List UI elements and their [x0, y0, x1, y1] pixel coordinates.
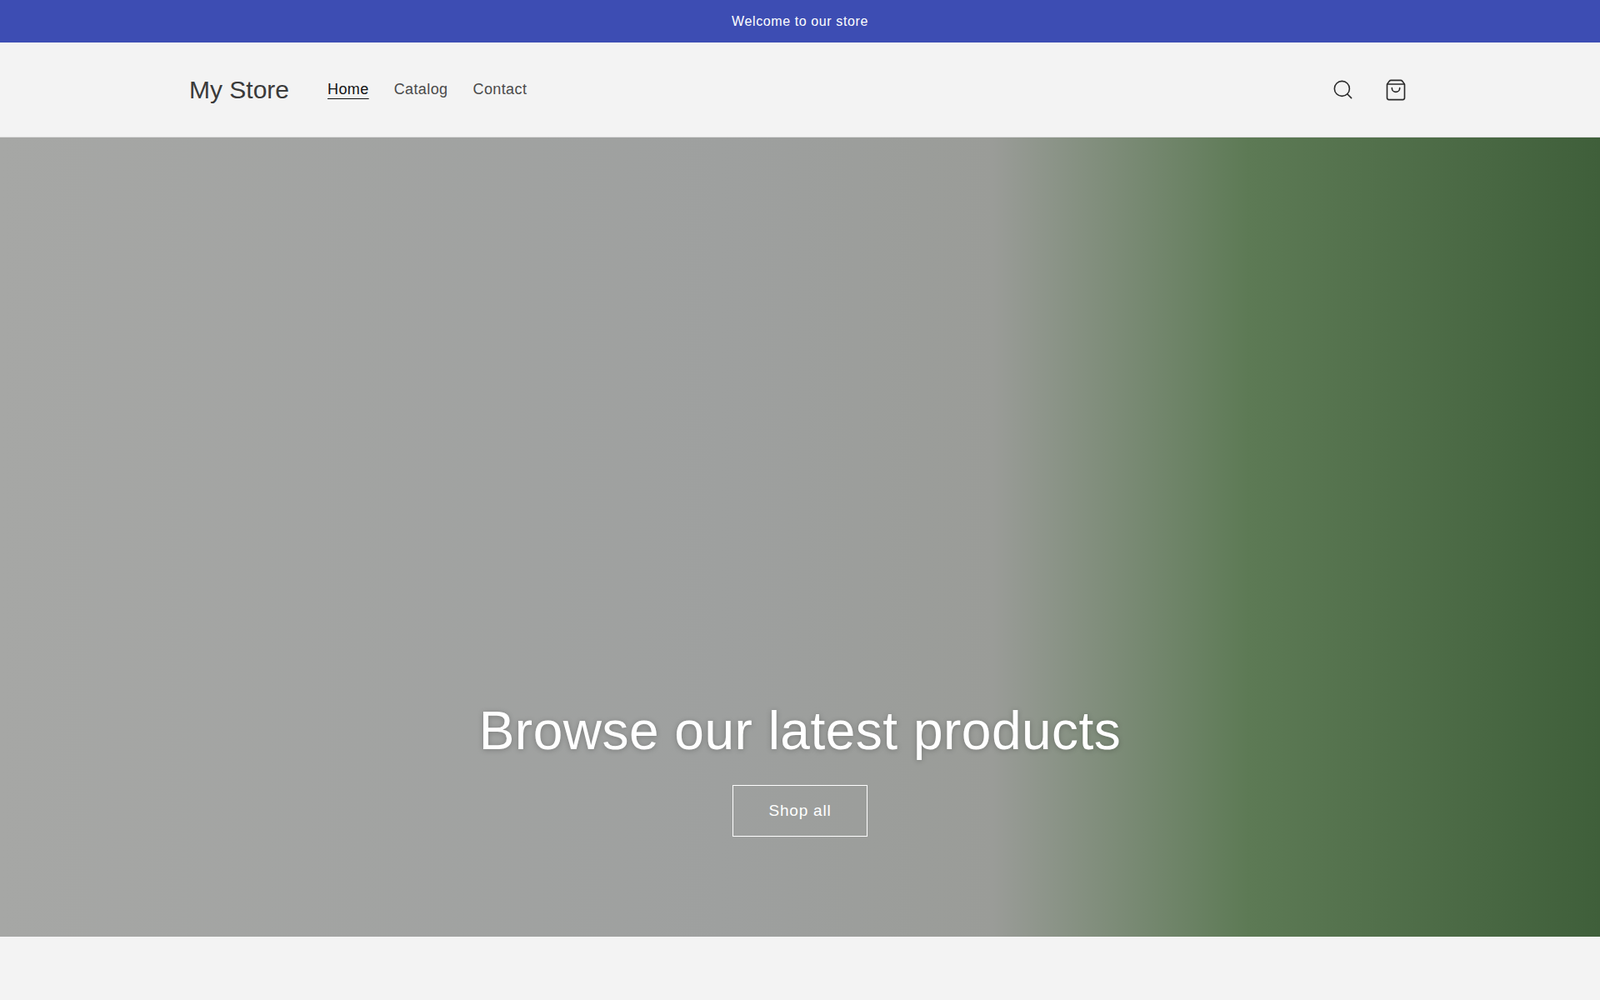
announcement-text: Welcome to our store	[731, 14, 869, 30]
store-logo[interactable]: My Store	[189, 75, 290, 105]
search-icon	[1331, 78, 1355, 101]
cart-icon	[1384, 78, 1408, 102]
hero-banner: Browse our latest products Shop all	[0, 137, 1600, 937]
hero-heading: Browse our latest products	[479, 700, 1122, 762]
shop-all-button[interactable]: Shop all	[732, 785, 868, 837]
cart-button[interactable]	[1380, 75, 1411, 105]
nav-link[interactable]: Home	[327, 80, 370, 99]
header-icons	[1328, 75, 1411, 105]
page: Welcome to our store My Store Home Catalog C…	[0, 0, 1600, 1000]
nav-link[interactable]: Contact	[473, 80, 528, 99]
header-inner: My Store Home Catalog Contact	[189, 42, 1411, 137]
main-nav: Home Catalog Contact	[327, 80, 1329, 99]
announcement-bar: Welcome to our store	[0, 0, 1600, 43]
nav-link[interactable]: Catalog	[394, 80, 449, 99]
header: My Store Home Catalog Contact	[0, 42, 1600, 138]
page-bottom	[0, 936, 1600, 1000]
search-button[interactable]	[1328, 75, 1358, 105]
